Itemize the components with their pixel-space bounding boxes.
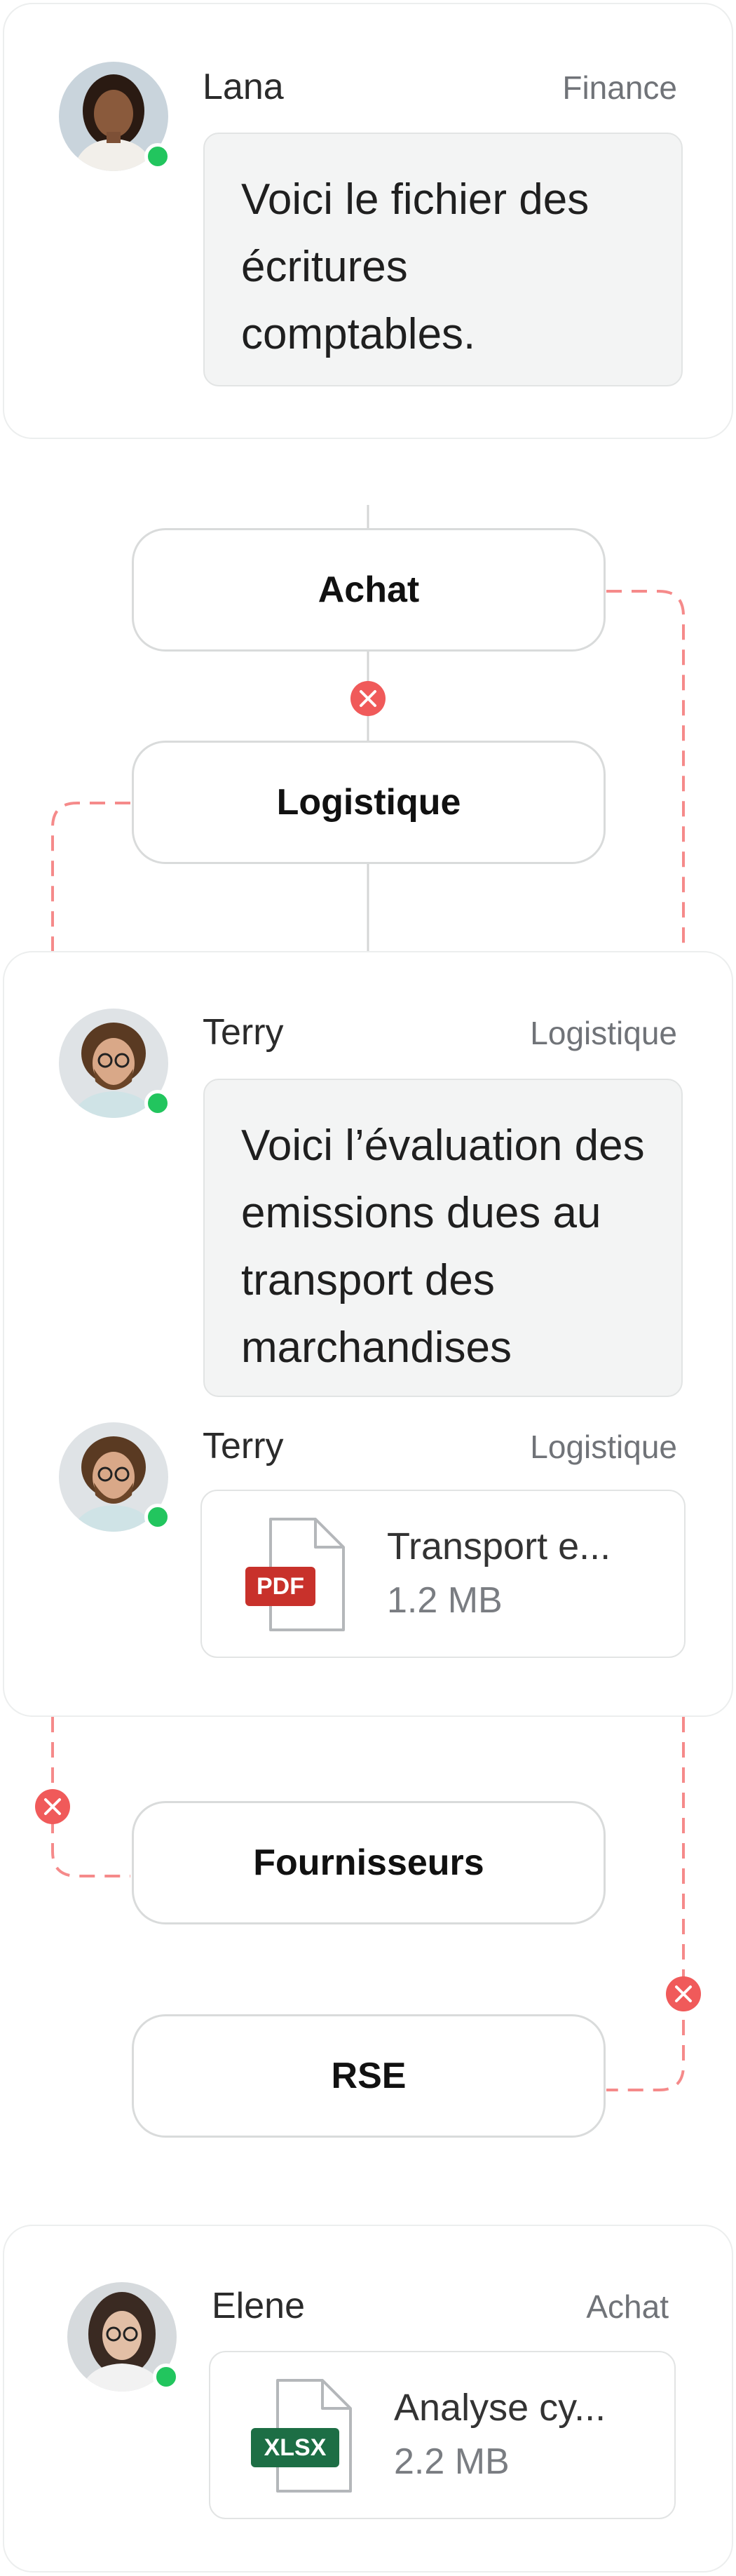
sender-department: Finance [562, 69, 677, 106]
online-status-indicator [144, 143, 171, 170]
dashed-connector-logistique-left [51, 802, 130, 952]
xlsx-file-icon: XLSX [251, 2379, 352, 2493]
sender-name: Elene [212, 2286, 305, 2326]
dashed-connector-rse-right [606, 1717, 685, 2091]
message-card-lana: Lana Finance Voici le fichier des écritu… [3, 3, 733, 439]
avatar[interactable] [67, 2282, 179, 2392]
sender-department: Logistique [530, 1015, 677, 1051]
file-size: 1.2 MB [387, 1580, 503, 1621]
sender-department: Achat [586, 2288, 669, 2325]
online-status-indicator [144, 1090, 171, 1117]
file-attachment[interactable]: PDF Transport e... 1.2 MB [200, 1490, 686, 1658]
close-circle-icon [350, 681, 386, 716]
file-name: Transport e... [387, 1525, 611, 1567]
file-size: 2.2 MB [394, 2441, 510, 2482]
avatar[interactable] [59, 1422, 171, 1532]
message-card-elene: Elene Achat XLSX Analyse cy... 2.2 MB [3, 2225, 733, 2572]
dashed-connector-achat-right [606, 590, 685, 952]
file-name: Analyse cy... [394, 2387, 606, 2429]
flow-node-rse[interactable]: RSE [132, 2014, 606, 2138]
pdf-file-icon: PDF [245, 1518, 345, 1631]
close-circle-icon [666, 1976, 701, 2011]
online-status-indicator [144, 1504, 171, 1530]
online-status-indicator [153, 2363, 179, 2390]
flow-node-logistique[interactable]: Logistique [132, 741, 606, 864]
sender-name: Terry [203, 1012, 284, 1053]
message-bubble: Voici le fichier des écritures comptable… [203, 133, 683, 386]
flow-node-achat[interactable]: Achat [132, 528, 606, 652]
message-card-terry: Terry Logistique Voici l’évaluation des … [3, 951, 733, 1717]
file-type-label: PDF [257, 1573, 304, 1600]
flow-node-fournisseurs[interactable]: Fournisseurs [132, 1801, 606, 1924]
sender-name: Lana [203, 67, 284, 107]
sender-department: Logistique [530, 1429, 677, 1465]
message-bubble: Voici l’évaluation des emissions dues au… [203, 1079, 683, 1397]
file-attachment[interactable]: XLSX Analyse cy... 2.2 MB [209, 2351, 676, 2519]
close-circle-icon [35, 1789, 70, 1824]
avatar[interactable] [59, 62, 171, 171]
sender-name: Terry [203, 1426, 284, 1466]
file-type-label: XLSX [264, 2434, 327, 2461]
avatar[interactable] [59, 1009, 171, 1118]
